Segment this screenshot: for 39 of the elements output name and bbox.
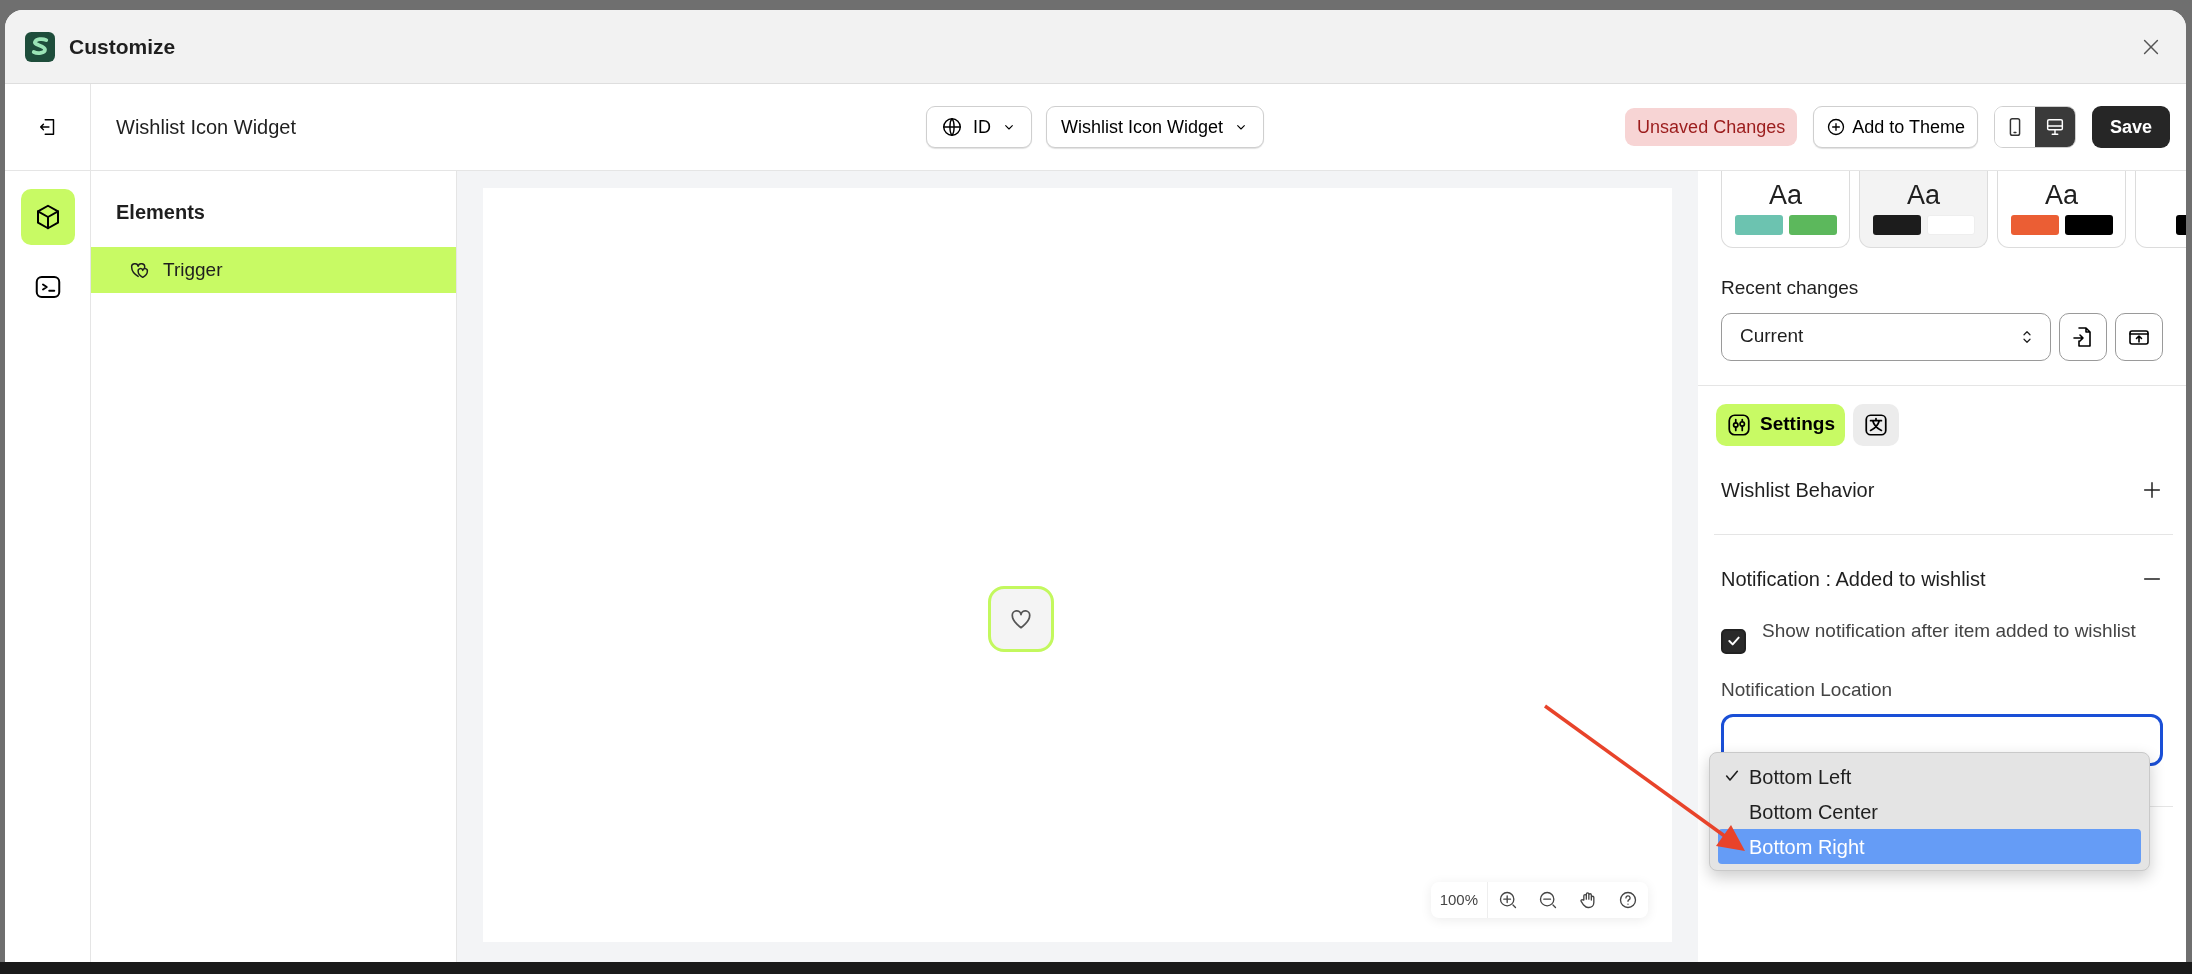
- checkbox-label: Show notification after item added to wishlist: [1762, 618, 2136, 643]
- save-button[interactable]: Save: [2091, 106, 2170, 148]
- select-field[interactable]: [1721, 714, 2163, 766]
- field-label: Recent changes: [1720, 276, 1860, 300]
- section-title: Notification : Added to wishlist: [1721, 566, 1986, 592]
- hand-icon: [1578, 890, 1598, 910]
- section-title: Wishlist Behavior: [1721, 477, 1875, 503]
- theme-card[interactable]: Aa: [1721, 171, 1850, 248]
- import-button[interactable]: [2059, 312, 2107, 361]
- checkbox[interactable]: [1721, 628, 1746, 654]
- dropdown-option[interactable]: Bottom Left: [1718, 759, 2141, 794]
- zoom-level: 100%: [1430, 882, 1488, 918]
- heart-button[interactable]: [988, 586, 1054, 652]
- widget-title: Wishlist Icon Widget: [116, 115, 298, 140]
- help-icon: [1618, 890, 1638, 910]
- language-dropdown[interactable]: ID: [926, 106, 1032, 148]
- zoom-in-icon: [1498, 890, 1518, 910]
- app-logo-icon: [25, 31, 55, 62]
- translate-icon: [1862, 411, 1889, 438]
- theme-card[interactable]: Aa: [1859, 171, 1988, 248]
- cube-button[interactable]: [20, 189, 75, 245]
- zoom-out-icon: [1538, 890, 1558, 910]
- add-to-theme-button[interactable]: Add to Theme: [1813, 106, 1978, 148]
- unsaved-changes-badge: Unsaved Changes: [1625, 108, 1798, 146]
- translate-tab[interactable]: [1852, 403, 1899, 446]
- desktop-view-button[interactable]: [2034, 107, 2075, 147]
- theme-card[interactable]: Aa: [1997, 171, 2126, 248]
- sliders-icon: [1726, 411, 1752, 438]
- panel-heading: Elements: [115, 200, 206, 225]
- window-title: Customize: [69, 33, 176, 60]
- globe-icon: [941, 116, 963, 138]
- plus-circle-icon: [1826, 117, 1847, 137]
- settings-tab[interactable]: Settings: [1716, 403, 1845, 446]
- field-label: Notification Location: [1721, 677, 1894, 702]
- dropdown-option[interactable]: Bottom Center: [1718, 794, 2141, 829]
- recent-changes-select[interactable]: Current: [1721, 312, 2051, 361]
- element-item[interactable]: Trigger: [91, 247, 456, 293]
- upload-button[interactable]: [2115, 312, 2163, 361]
- widget-dropdown[interactable]: Wishlist Icon Widget: [1046, 106, 1265, 148]
